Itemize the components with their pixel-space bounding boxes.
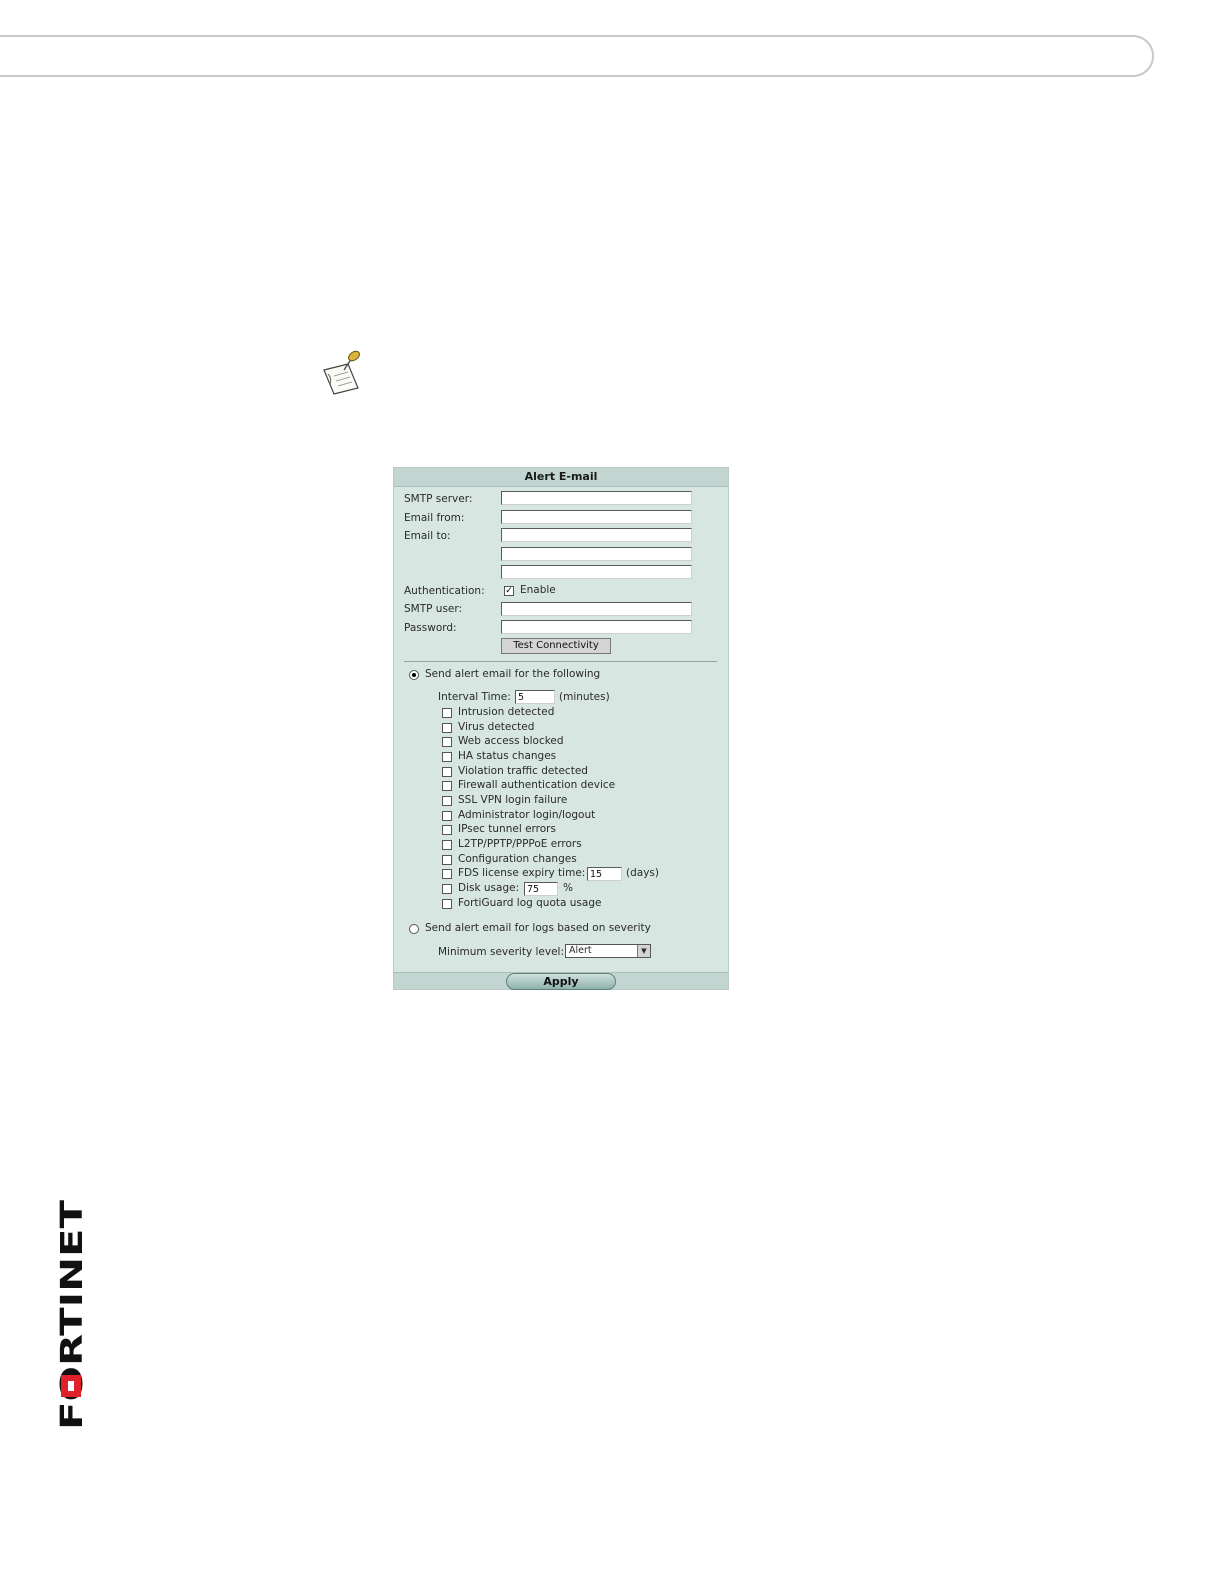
authentication-label: Authentication: <box>404 585 485 597</box>
smtp-server-input[interactable] <box>501 491 692 505</box>
email-to-input-1[interactable] <box>501 528 692 542</box>
event-checkbox-virus[interactable] <box>442 723 452 733</box>
fortinet-logo: FORTINET <box>58 1199 84 1430</box>
event-label: Virus detected <box>458 721 535 733</box>
apply-button[interactable]: Apply <box>506 973 616 990</box>
page-header-bar <box>0 35 1154 77</box>
password-label: Password: <box>404 622 457 634</box>
event-label: L2TP/PPTP/PPPoE errors <box>458 838 582 850</box>
alert-email-panel: Alert E-mail SMTP server: Email from: Em… <box>393 467 729 990</box>
event-label: SSL VPN login failure <box>458 794 568 806</box>
event-checkbox-fortiguard-quota[interactable] <box>442 899 452 909</box>
section-divider <box>404 661 717 662</box>
event-label: IPsec tunnel errors <box>458 823 556 835</box>
smtp-user-label: SMTP user: <box>404 603 463 615</box>
interval-time-input[interactable] <box>515 690 555 704</box>
event-checkbox-config-changes[interactable] <box>442 855 452 865</box>
min-severity-select[interactable]: Alert ▼ <box>565 944 651 958</box>
email-from-input[interactable] <box>501 510 692 524</box>
send-following-radio[interactable] <box>409 670 419 680</box>
event-label: FortiGuard log quota usage <box>458 897 602 909</box>
interval-time-label: Interval Time: <box>438 691 511 703</box>
smtp-server-label: SMTP server: <box>404 493 473 505</box>
event-label: Firewall authentication device <box>458 779 616 791</box>
event-checkbox-ipsec[interactable] <box>442 825 452 835</box>
fds-license-days-input[interactable] <box>587 867 622 881</box>
event-label: FDS license expiry time: <box>458 867 586 879</box>
interval-unit-label: (minutes) <box>559 691 610 703</box>
event-checkbox-web-access[interactable] <box>442 737 452 747</box>
enable-label: Enable <box>520 584 556 596</box>
event-checkbox-ssl-vpn[interactable] <box>442 796 452 806</box>
send-severity-label: Send alert email for logs based on sever… <box>425 922 651 934</box>
event-checkbox-intrusion[interactable] <box>442 708 452 718</box>
event-label: Disk usage: <box>458 882 520 894</box>
note-pushpin-icon <box>323 350 360 395</box>
event-label: Intrusion detected <box>458 706 555 718</box>
test-connectivity-button[interactable]: Test Connectivity <box>501 638 611 654</box>
password-input[interactable] <box>501 620 692 634</box>
event-label: Configuration changes <box>458 853 577 865</box>
email-to-input-2[interactable] <box>501 547 692 561</box>
send-following-label: Send alert email for the following <box>425 668 601 680</box>
min-severity-value: Alert <box>569 945 592 956</box>
email-to-input-3[interactable] <box>501 565 692 579</box>
disk-unit-label: % <box>563 882 573 894</box>
dropdown-arrow-icon: ▼ <box>637 945 650 957</box>
event-checkbox-disk-usage[interactable] <box>442 884 452 894</box>
event-checkbox-admin-login[interactable] <box>442 811 452 821</box>
event-label: Web access blocked <box>458 735 564 747</box>
event-label: Administrator login/logout <box>458 809 596 821</box>
email-to-label: Email to: <box>404 530 451 542</box>
event-checkbox-l2tp[interactable] <box>442 840 452 850</box>
smtp-user-input[interactable] <box>501 602 692 616</box>
email-from-label: Email from: <box>404 512 465 524</box>
event-checkbox-ha-status[interactable] <box>442 752 452 762</box>
panel-title: Alert E-mail <box>394 468 728 487</box>
authentication-enable-checkbox[interactable]: ✓ <box>504 586 514 596</box>
event-checkbox-fds-license[interactable] <box>442 869 452 879</box>
event-checkbox-violation[interactable] <box>442 767 452 777</box>
event-label: Violation traffic detected <box>458 765 588 777</box>
fds-unit-label: (days) <box>626 867 659 879</box>
min-severity-label: Minimum severity level: <box>438 946 565 958</box>
send-severity-radio[interactable] <box>409 924 419 934</box>
event-checkbox-firewall-auth[interactable] <box>442 781 452 791</box>
disk-usage-input[interactable] <box>524 882 558 896</box>
event-label: HA status changes <box>458 750 557 762</box>
